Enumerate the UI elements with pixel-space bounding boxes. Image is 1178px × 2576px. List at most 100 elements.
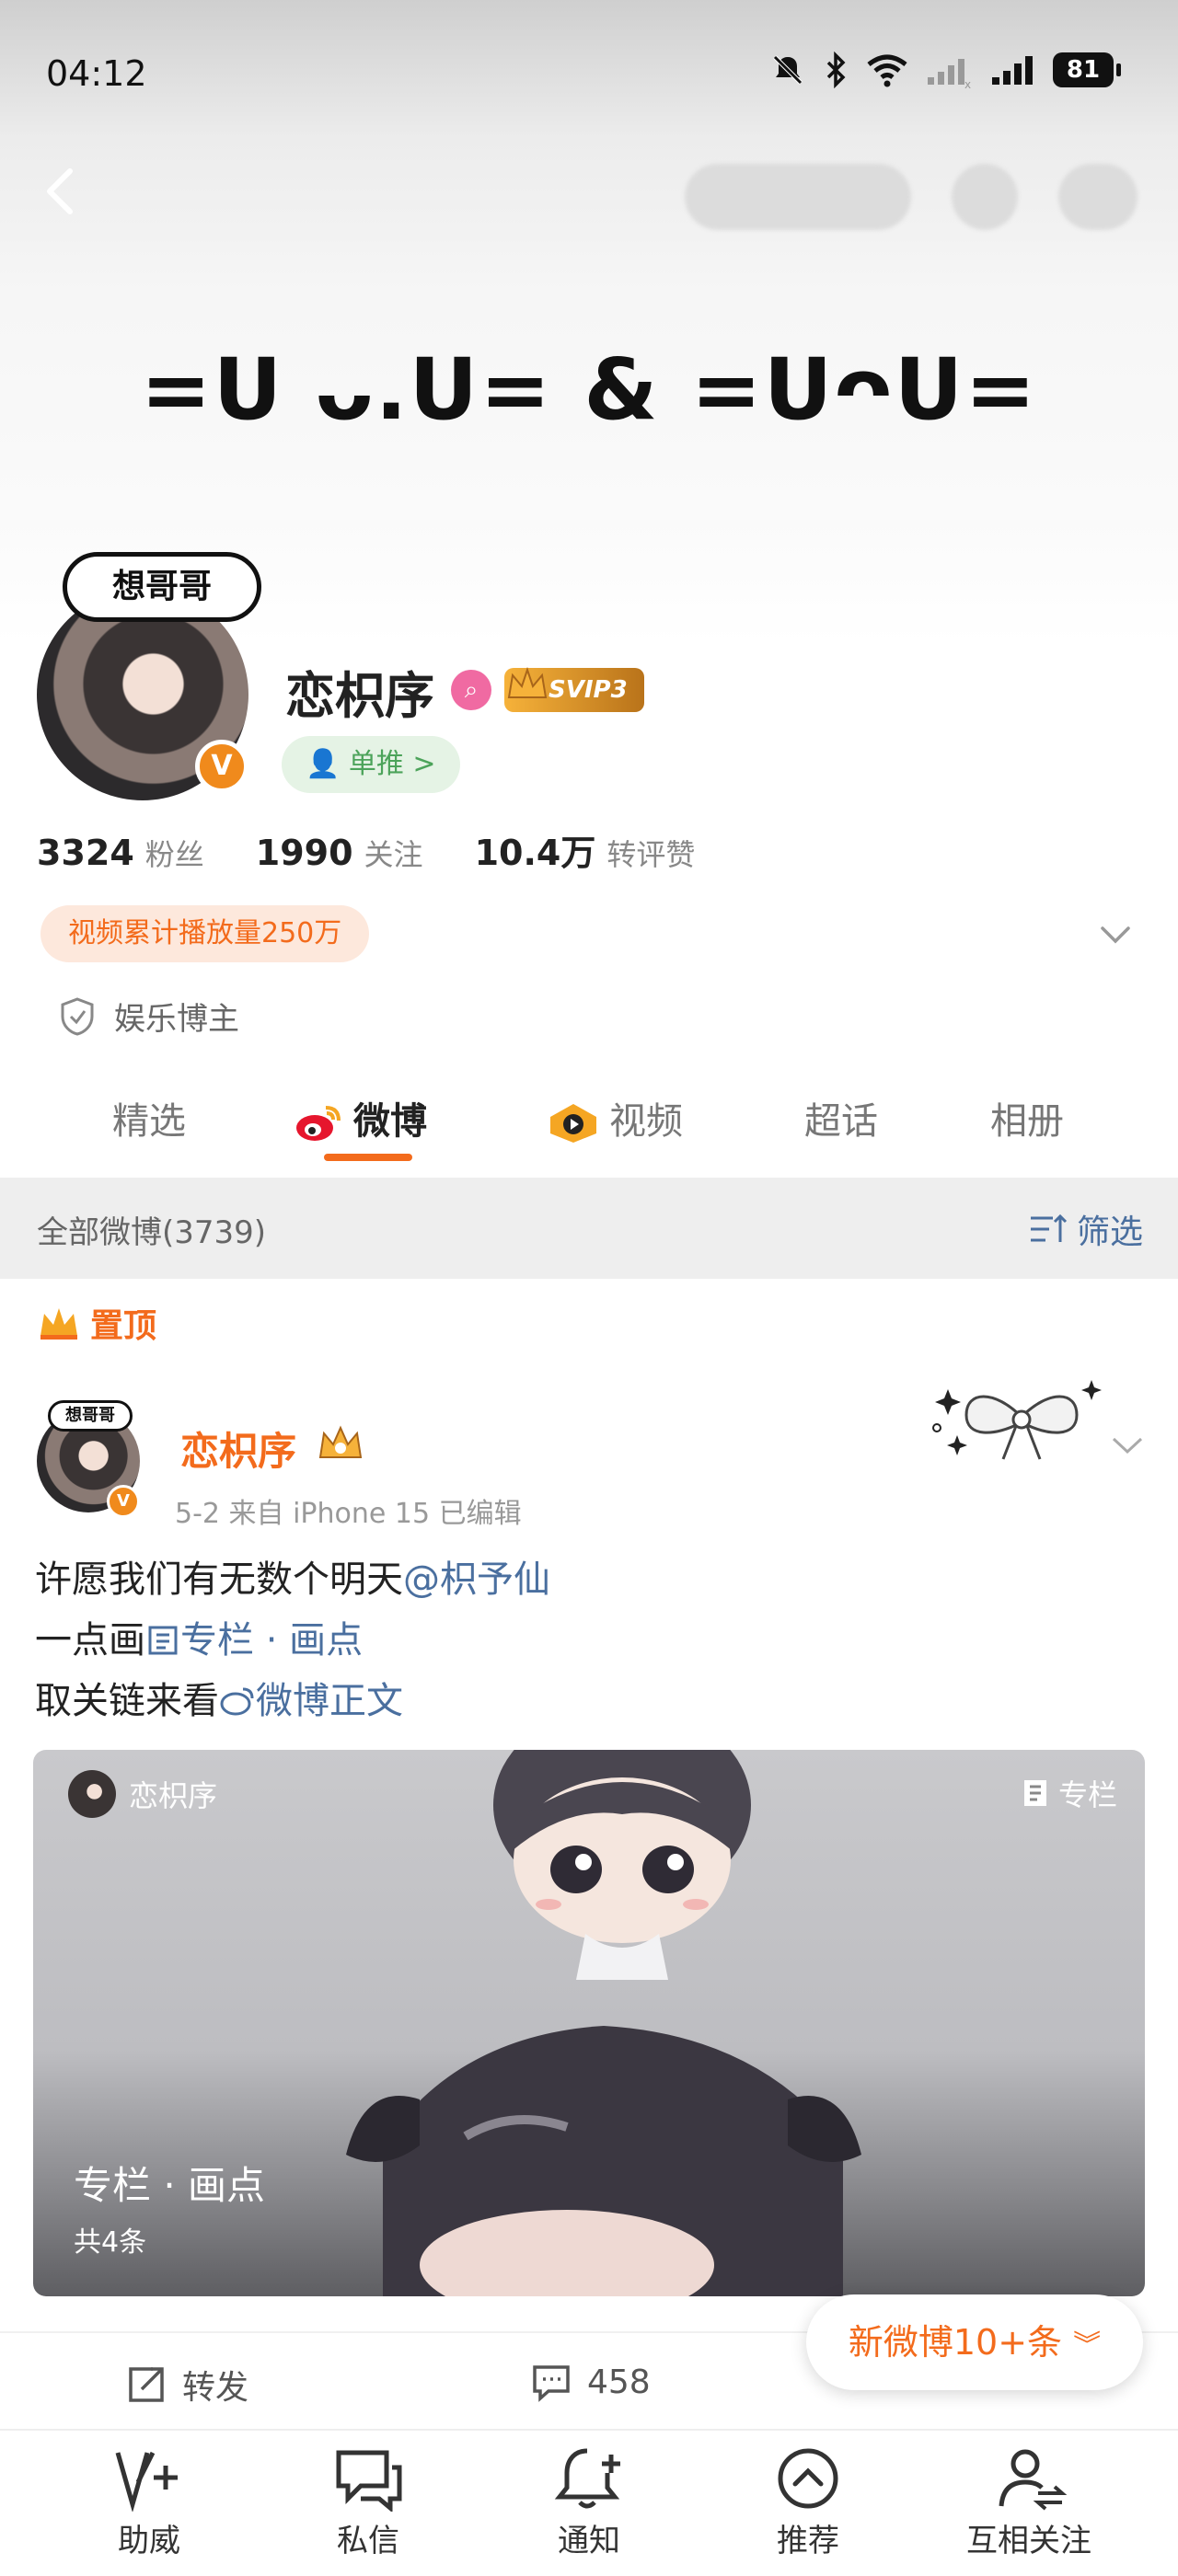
post-author-name[interactable]: 恋枳序	[180, 1420, 296, 1477]
post-line-2-text: 一点画	[35, 1619, 145, 1662]
profile-tabs: 精选 微博 视频 超话 相册	[0, 1076, 1178, 1178]
stat-fans-number: 3324	[37, 833, 134, 873]
mutual-follow-icon	[999, 2449, 1068, 2511]
tab-featured[interactable]: 精选	[112, 1089, 186, 1154]
filter-bar: 全部微博(3739) 筛选	[0, 1178, 1178, 1279]
post-line-3-text: 取关链来看	[35, 1680, 219, 1722]
card-author-name: 恋枳序	[129, 1778, 218, 1813]
verified-badge: V	[195, 740, 248, 793]
stat-fans-label: 粉丝	[144, 837, 204, 872]
column-article-card[interactable]: 恋枳序 专栏 专栏 · 画点 共4条	[33, 1750, 1145, 2296]
chibi-illustration	[346, 1750, 861, 2296]
filter-button[interactable]: 筛选	[1027, 1205, 1143, 1253]
tab-weibo[interactable]: 微博	[293, 1089, 427, 1154]
comment-icon	[533, 2365, 570, 2402]
card-column-tag: 专栏	[1022, 1772, 1117, 1814]
pinned-label: 置顶	[90, 1307, 157, 1345]
single-support-pill[interactable]: 👤 单推 >	[282, 736, 460, 793]
column-link[interactable]: 专栏 · 画点	[145, 1619, 363, 1662]
person-icon: 👤	[306, 748, 349, 780]
single-pill-label: 单推 >	[348, 748, 436, 780]
tab-supertopic-label: 超话	[804, 1100, 878, 1143]
nav-recommend[interactable]: 推荐	[716, 2445, 900, 2560]
category-row[interactable]: 娱乐博主	[59, 994, 239, 1039]
bell-plus-icon	[554, 2448, 620, 2509]
nav-mutual-follow-label: 互相关注	[966, 2523, 1091, 2559]
profile-stats: 3324 粉丝 1990 关注 10.4万 转评赞	[37, 824, 695, 875]
stat-following-number: 1990	[255, 833, 353, 873]
status-bar: 04:12 x 81	[0, 46, 1178, 101]
video-plays-pill[interactable]: 视频累计播放量250万	[40, 905, 370, 962]
comment-button[interactable]: 458	[530, 2361, 651, 2403]
repost-button[interactable]: 转发	[125, 2361, 248, 2409]
category-label: 娱乐博主	[114, 1001, 239, 1038]
bluetooth-icon	[826, 52, 846, 88]
weibo-text-link-label: 微博正文	[256, 1680, 403, 1722]
post-line-1: 许愿我们有无数个明天@枳予仙	[35, 1549, 550, 1610]
avatar-speech-bubble: 想哥哥	[63, 552, 261, 622]
recommend-icon	[778, 2448, 838, 2509]
tab-weibo-label: 微博	[353, 1100, 427, 1143]
blurred-more-button[interactable]	[1058, 164, 1138, 230]
nav-notifications-label: 通知	[558, 2523, 620, 2559]
bottom-nav: 助威 私信 通知 推荐 互相关注	[0, 2429, 1178, 2576]
tab-supertopic[interactable]: 超话	[804, 1089, 878, 1154]
document-icon	[148, 1626, 178, 1655]
filter-sort-icon	[1030, 1213, 1068, 1242]
mute-bell-icon	[773, 55, 803, 85]
tab-album[interactable]: 相册	[990, 1089, 1064, 1154]
new-weibo-pill[interactable]: 新微博10+条 ︾	[806, 2294, 1143, 2390]
tab-video[interactable]: 视频	[547, 1089, 683, 1154]
stat-likes-label: 转评赞	[606, 837, 696, 872]
blurred-top-pill[interactable]	[685, 164, 911, 230]
active-tab-underline	[324, 1154, 412, 1161]
post-line-1-text: 许愿我们有无数个明天	[35, 1558, 403, 1601]
column-doc-icon	[1023, 1780, 1046, 1806]
card-title: 专栏 · 画点	[74, 2163, 266, 2208]
post-meta: 5-2 来自 iPhone 15 已编辑	[175, 1498, 522, 1530]
column-link-label: 专栏 · 画点	[180, 1619, 364, 1662]
mention-link[interactable]: @枳予仙	[403, 1558, 550, 1601]
new-weibo-label: 新微博10+条	[848, 2322, 1063, 2363]
nav-recommend-label: 推荐	[777, 2523, 839, 2559]
pinned-crown-icon	[40, 1308, 77, 1340]
nav-messages-label: 私信	[337, 2523, 399, 2559]
comment-count: 458	[587, 2363, 651, 2401]
card-author[interactable]: 恋枳序	[68, 1770, 217, 1818]
vip-crown-icon	[318, 1425, 363, 1458]
shield-check-icon	[61, 996, 94, 1036]
tab-album-label: 相册	[990, 1100, 1064, 1143]
battery-indicator: 81	[1053, 52, 1121, 87]
video-play-icon	[550, 1104, 596, 1143]
banner-kaomoji: =ᑌ ᴗ.ᑌ= & =ᑌᴖᑌ=	[140, 340, 1038, 439]
profile-avatar-wrap[interactable]: 想哥哥 V	[37, 552, 261, 800]
post-menu-chevron-icon[interactable]	[1108, 1426, 1147, 1465]
cheer-icon	[115, 2451, 178, 2512]
post-body: 许愿我们有无数个明天@枳予仙 一点画 专栏 · 画点 取关链来看 微博正文	[35, 1549, 550, 1731]
post-line-2: 一点画 专栏 · 画点	[35, 1610, 550, 1671]
pink-search-icon[interactable]: ⌕	[451, 670, 491, 710]
filter-label: 筛选	[1076, 1213, 1143, 1251]
card-author-avatar	[68, 1770, 116, 1818]
weibo-small-icon	[220, 1687, 254, 1716]
nav-notifications[interactable]: 通知	[497, 2445, 681, 2560]
weibo-text-link[interactable]: 微博正文	[219, 1680, 403, 1722]
back-arrow-icon[interactable]	[35, 164, 90, 219]
tab-featured-label: 精选	[112, 1100, 186, 1143]
profile-name: 恋枳序	[285, 667, 434, 725]
stat-following[interactable]: 1990 关注	[256, 832, 423, 874]
chevron-down-icon[interactable]	[1097, 916, 1134, 953]
nav-cheer[interactable]: 助威	[57, 2445, 241, 2560]
blurred-top-button[interactable]	[952, 164, 1018, 230]
stat-likes[interactable]: 10.4万 转评赞	[475, 824, 696, 875]
wifi-icon	[867, 54, 907, 87]
stat-fans[interactable]: 3324 粉丝	[37, 832, 204, 874]
pinned-label-row: 置顶	[37, 1299, 156, 1347]
signal-weak-icon: x	[928, 59, 971, 88]
status-icons: x 81	[769, 52, 1121, 88]
stat-likes-number: 10.4万	[474, 833, 596, 873]
nav-messages[interactable]: 私信	[276, 2445, 460, 2560]
nav-mutual-follow[interactable]: 互相关注	[937, 2445, 1121, 2560]
svg-text:x: x	[964, 78, 971, 88]
all-weibo-count[interactable]: 全部微博(3739)	[37, 1207, 266, 1252]
